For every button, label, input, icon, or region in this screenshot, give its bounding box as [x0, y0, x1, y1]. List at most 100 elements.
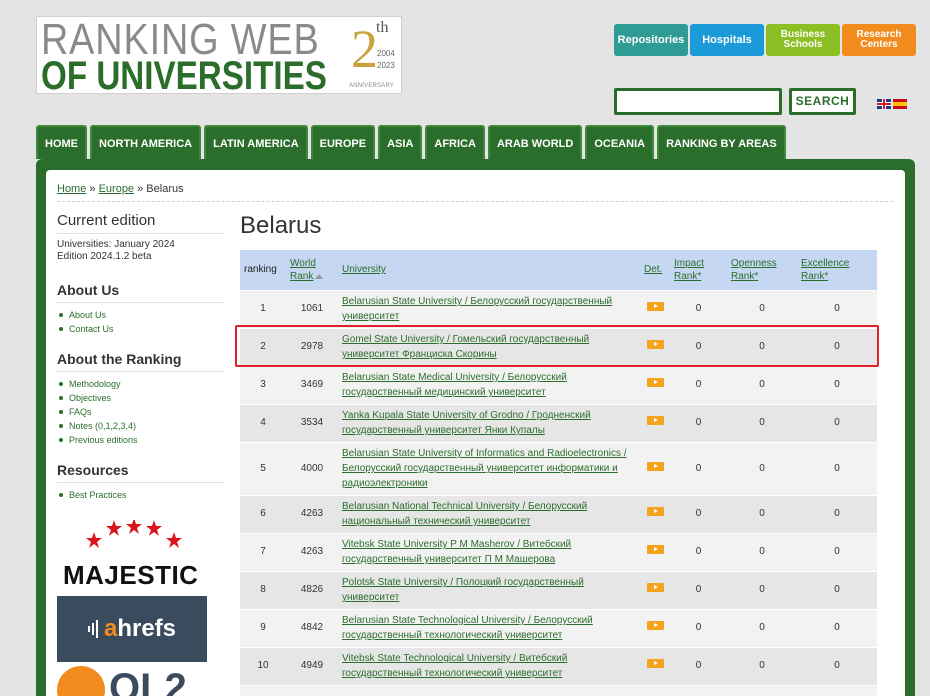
cell-university-link[interactable]: Belarusian State University of Informati… — [338, 441, 640, 495]
cell-openness-rank — [727, 684, 797, 696]
cell-ranking: 10 — [240, 646, 286, 685]
cell-university-link[interactable]: Vitebsk State Technological University /… — [338, 646, 640, 685]
ol2-wordmark: OL2 — [109, 666, 187, 696]
cell-university-link[interactable]: Vitebsk State Medical University / Витеб… — [338, 684, 640, 696]
site-logo[interactable]: RANKING WEB OF UNIVERSITIES 2 th 2004 20… — [36, 16, 402, 97]
details-icon[interactable] — [646, 340, 664, 349]
cell-openness-rank: 0 — [727, 365, 797, 404]
breadcrumb-europe-link[interactable]: Europe — [99, 183, 134, 195]
col-header-excellence-rank[interactable]: Excellence Rank* — [797, 250, 877, 290]
cell-impact-rank: 0 — [670, 532, 727, 571]
details-icon[interactable] — [646, 659, 664, 668]
cell-university-link[interactable]: Belarusian State University / Белорусски… — [338, 289, 640, 328]
ranking-table-body: 1 1061 Belarusian State University / Белор… — [240, 289, 877, 696]
details-icon[interactable] — [646, 545, 664, 554]
sidebar-link-notes[interactable]: Notes (0,1,2,3,4) — [57, 419, 224, 433]
sidebar-link-contact-us[interactable]: Contact Us — [57, 322, 224, 336]
cell-world-rank: 4000 — [286, 441, 338, 495]
cell-world-rank: 3534 — [286, 403, 338, 442]
ol2-logo[interactable]: OL2 — [57, 666, 207, 696]
sidebar-link-best-practices[interactable]: Best Practices — [57, 488, 224, 502]
nav-tab-latin-america[interactable]: LATIN AMERICA — [204, 125, 308, 159]
sidebar-link-methodology[interactable]: Methodology — [57, 377, 224, 391]
table-row: 9 4842 Belarusian State Technological Univ… — [240, 608, 877, 647]
nav-tab-ranking-by-areas[interactable]: RANKING BY AREAS — [657, 125, 786, 159]
current-edition-heading: Current edition — [57, 212, 224, 234]
col-header-det[interactable]: Det. — [640, 250, 670, 290]
col-header-openness-rank[interactable]: Openness Rank* — [727, 250, 797, 290]
cell-university-link[interactable]: Belarusian National Technical University… — [338, 494, 640, 533]
table-row: 2 2978 Gomel State University / Гомельский… — [240, 327, 877, 366]
sidebar: Current edition Universities: January 20… — [57, 212, 224, 516]
university-header-label: University — [342, 264, 386, 276]
cell-ranking: 1 — [240, 289, 286, 328]
cell-det — [640, 608, 670, 647]
cell-university-link[interactable]: Yanka Kupala State University of Grodno … — [338, 403, 640, 442]
nav-tab-asia[interactable]: ASIA — [378, 125, 423, 159]
cell-det — [640, 684, 670, 696]
nav-tab-oceania[interactable]: OCEANIA — [585, 125, 655, 159]
sidebar-link-objectives[interactable]: Objectives — [57, 391, 224, 405]
spanish-flag-icon[interactable] — [893, 99, 907, 109]
cell-impact-rank — [670, 684, 727, 696]
about-ranking-heading: About the Ranking — [57, 350, 224, 372]
nav-tab-europe[interactable]: EUROPE — [310, 125, 376, 159]
cell-impact-rank: 0 — [670, 327, 727, 366]
about-ranking-list: Methodology Objectives FAQs Notes (0,1,2… — [57, 377, 224, 447]
search-input[interactable] — [614, 88, 782, 115]
nav-tab-arab-world[interactable]: ARAB WORLD — [487, 125, 583, 159]
business-schools-button[interactable]: Business Schools — [766, 24, 840, 56]
cell-excellence-rank: 0 — [797, 441, 877, 495]
sidebar-link-previous-editions[interactable]: Previous editions — [57, 433, 224, 447]
cell-world-rank: 4263 — [286, 532, 338, 571]
cell-world-rank: 4949 — [286, 646, 338, 685]
sidebar-link-about-us[interactable]: About Us — [57, 308, 224, 322]
cell-ranking: 2 — [240, 327, 286, 366]
details-icon[interactable] — [646, 461, 664, 471]
details-icon[interactable] — [646, 507, 664, 516]
anniversary-label: ANNIVERSARY — [349, 83, 395, 89]
nav-tab-home[interactable]: HOME — [36, 125, 87, 159]
det-header-label: Det. — [644, 264, 663, 276]
english-flag-icon[interactable] — [877, 99, 891, 109]
cell-openness-rank: 0 — [727, 494, 797, 533]
ahrefs-logo[interactable]: ahrefs — [57, 596, 207, 662]
col-header-impact-rank[interactable]: Impact Rank* — [670, 250, 727, 290]
cell-university-link[interactable]: Vitebsk State University P M Masherov / … — [338, 532, 640, 571]
cell-impact-rank: 0 — [670, 570, 727, 609]
breadcrumb-home-link[interactable]: Home — [57, 183, 86, 195]
cell-openness-rank: 0 — [727, 608, 797, 647]
edition-version: Edition 2024.1.2 beta — [57, 251, 152, 262]
cell-university-link[interactable]: Gomel State University / Гомельский госу… — [338, 327, 640, 366]
sidebar-link-faqs[interactable]: FAQs — [57, 405, 224, 419]
about-us-heading: About Us — [57, 281, 224, 303]
details-icon[interactable] — [646, 416, 664, 425]
language-flags — [877, 99, 907, 109]
hospitals-button[interactable]: Hospitals — [690, 24, 764, 56]
ahrefs-bars-icon — [87, 620, 98, 638]
nav-tab-africa[interactable]: AFRICA — [425, 125, 485, 159]
breadcrumb: Home » Europe » Belarus — [57, 182, 184, 196]
col-header-university[interactable]: University — [338, 250, 640, 290]
details-icon[interactable] — [646, 302, 664, 311]
world-rank-line2: Rank — [290, 270, 314, 282]
details-icon[interactable] — [646, 621, 664, 630]
majestic-logo[interactable]: MAJESTIC — [57, 520, 207, 592]
table-header-row: ranking World Rank University Det. Impact… — [240, 250, 877, 290]
main-nav: HOME NORTH AMERICA LATIN AMERICA EUROPE … — [36, 125, 786, 159]
search-button[interactable]: SEARCH — [789, 88, 856, 115]
col-header-world-rank[interactable]: World Rank — [286, 250, 338, 290]
details-icon[interactable] — [646, 378, 664, 387]
research-centers-button[interactable]: Research Centers — [842, 24, 916, 56]
nav-tab-north-america[interactable]: NORTH AMERICA — [90, 125, 202, 159]
cell-university-link[interactable]: Belarusian State Medical University / Бе… — [338, 365, 640, 404]
breadcrumb-divider — [57, 201, 893, 202]
repositories-button[interactable]: Repositories — [614, 24, 688, 56]
cell-excellence-rank: 0 — [797, 570, 877, 609]
cell-university-link[interactable]: Belarusian State Technological Universit… — [338, 608, 640, 647]
cell-excellence-rank — [797, 684, 877, 696]
details-icon[interactable] — [646, 583, 664, 592]
table-row: 8 4826 Polotsk State University / Полоцкий… — [240, 570, 877, 609]
cell-university-link[interactable]: Polotsk State University / Полоцкий госу… — [338, 570, 640, 609]
cell-ranking: 11 — [240, 684, 286, 696]
